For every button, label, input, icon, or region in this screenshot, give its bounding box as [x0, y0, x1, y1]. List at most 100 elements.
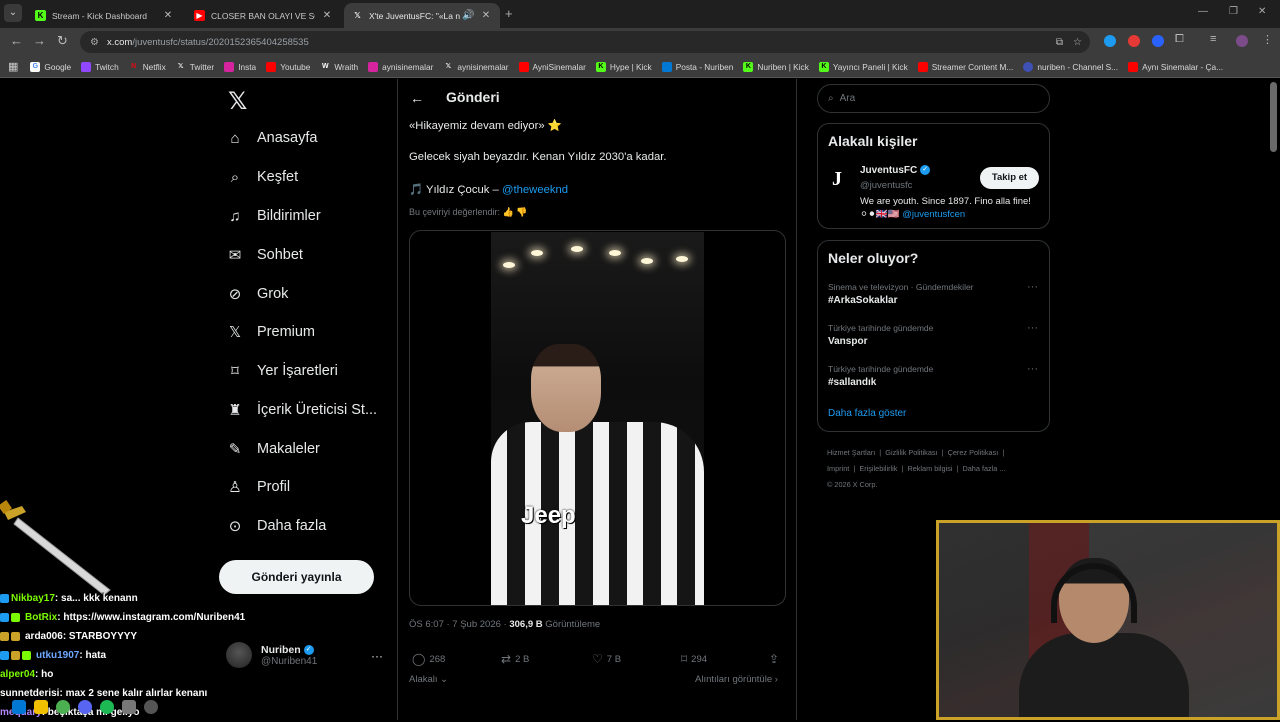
tab-kick-dashboard[interactable]: K Stream - Kick Dashboard ✕: [27, 3, 182, 28]
bookmark[interactable]: G Google: [30, 61, 71, 72]
bookmark-button[interactable]: ⌑ 294: [681, 652, 707, 666]
page-title: Gönderi: [446, 89, 500, 105]
mention-link[interactable]: @theweeknd: [502, 184, 568, 196]
tab-search-button[interactable]: ⌄: [4, 4, 22, 22]
app-icon[interactable]: [122, 699, 136, 714]
search-input[interactable]: ⌕ Ara: [817, 84, 1050, 113]
media-control-icon[interactable]: ≡: [1210, 33, 1216, 45]
trend-item[interactable]: Türkiye tarihinde gündemde Vanspor: [828, 323, 933, 347]
new-tab-button[interactable]: +: [505, 6, 513, 21]
trend-item[interactable]: Türkiye tarihinde gündemde #sallandık: [828, 364, 933, 388]
bookmark[interactable]: K Hype | Kick: [595, 61, 652, 72]
tab-x-post[interactable]: 𝕏 X'te JuventusFC: "«La nostr 🔊 ✕: [344, 3, 500, 28]
star-icon[interactable]: ☆: [1073, 37, 1082, 48]
install-app-icon[interactable]: ⧉: [1056, 37, 1063, 48]
bookmark[interactable]: Posta - Nuriben: [661, 61, 733, 72]
address-bar[interactable]: ⚙ x.com/juventusfc/status/20201523654042…: [80, 31, 1090, 53]
site-info-icon[interactable]: ⚙: [90, 37, 99, 48]
thumbs-down-icon[interactable]: 👎: [516, 207, 527, 217]
more-icon[interactable]: ···: [1027, 363, 1038, 375]
sidebar-item-premium[interactable]: 𝕏 Premium: [226, 323, 315, 341]
post-text-line: 🎵 Yıldız Çocuk – @theweeknd: [409, 184, 569, 196]
view-quotes-link[interactable]: Alıntıları görüntüle ›: [695, 674, 778, 685]
search-icon: ⌕: [828, 93, 834, 104]
person-icon: ♙: [228, 479, 242, 496]
bookmark[interactable]: 𝕏aynisinemalar: [443, 62, 509, 72]
sidebar-item-grok[interactable]: ⊘ Grok: [226, 285, 289, 303]
sidebar-item-creator-studio[interactable]: ♜ İçerik Üreticisi St...: [226, 401, 377, 419]
chrome-icon[interactable]: [56, 699, 70, 714]
share-button[interactable]: ⇪: [769, 652, 783, 666]
related-dropdown[interactable]: Alakalı ⌄: [409, 674, 448, 685]
article-icon: ✎: [228, 441, 242, 458]
more-icon[interactable]: ···: [1027, 281, 1038, 293]
show-more-link[interactable]: Daha fazla göster: [828, 408, 906, 419]
thumbs-up-icon[interactable]: 👍: [503, 207, 514, 217]
sidebar-item-notifications[interactable]: ♫ Bildirimler: [226, 207, 320, 225]
bookmark[interactable]: Insta: [224, 61, 256, 72]
bookmarks-bar: ▦ G Google Twitch N Netflix 𝕏 Twitter Insta…: [0, 56, 1280, 78]
apps-grid-icon[interactable]: ▦: [8, 60, 18, 73]
x-logo-icon[interactable]: 𝕏: [228, 87, 247, 116]
juventus-logo-icon[interactable]: J: [832, 168, 842, 191]
repost-button[interactable]: ⇄ 2 B: [501, 652, 529, 666]
shirt-sponsor-logo: Jeep: [521, 502, 576, 529]
bookmark[interactable]: W Wraith: [320, 62, 358, 72]
sidebar-item-more[interactable]: ⊙ Daha fazla: [226, 517, 327, 535]
bookmark[interactable]: K Nuriben | Kick: [743, 61, 809, 72]
bookmark[interactable]: Aynı Sinemalar - Ça...: [1128, 61, 1223, 72]
sidebar-item-chat[interactable]: ✉ Sohbet: [226, 246, 303, 264]
folder-icon[interactable]: [34, 699, 48, 714]
spotify-icon[interactable]: [100, 699, 114, 714]
trend-item[interactable]: Sinema ve televizyon · Gündemdekiler #Ark…: [828, 282, 974, 306]
close-icon[interactable]: ✕: [162, 10, 174, 21]
follow-button[interactable]: Takip et: [980, 167, 1039, 189]
bookmark[interactable]: aynisinemalar: [368, 61, 433, 72]
chat-message: arda006 : STARBOYYYY: [0, 627, 300, 646]
windows-start-icon[interactable]: [12, 699, 26, 714]
sidebar-item-explore[interactable]: ⌕ Keşfet: [226, 168, 298, 186]
more-icon[interactable]: ···: [1027, 322, 1038, 334]
kick-icon: K: [743, 61, 754, 72]
x-icon: 𝕏: [354, 11, 361, 20]
back-button[interactable]: ←: [10, 33, 23, 48]
bookmark[interactable]: 𝕏 Twitter: [176, 62, 214, 72]
browser-toolbar: ← → ↻ ⚙ x.com/juventusfc/status/20201523…: [0, 28, 1280, 56]
menu-icon[interactable]: ⋮: [1262, 33, 1273, 46]
sidebar-item-articles[interactable]: ✎ Makaleler: [226, 440, 320, 458]
reload-button[interactable]: ↻: [57, 33, 68, 49]
more-icon[interactable]: ···: [371, 649, 383, 663]
close-icon[interactable]: ✕: [480, 10, 492, 21]
bookmark[interactable]: Twitch: [81, 61, 119, 72]
chevron-down-icon: ⌄: [440, 674, 449, 685]
discord-icon[interactable]: [78, 699, 92, 714]
bookmark[interactable]: AyniSinemalar: [518, 61, 586, 72]
tab-youtube[interactable]: ▶ CLOSER BAN OLAYI VE SONRA ✕: [186, 3, 341, 28]
scrollbar[interactable]: [1270, 82, 1277, 152]
maximize-button[interactable]: ❐: [1229, 6, 1238, 17]
bookmark[interactable]: Streamer Content M...: [917, 61, 1013, 72]
sidebar-item-home[interactable]: ⌂ Anasayfa: [226, 129, 317, 147]
netflix-icon: N: [131, 62, 137, 70]
sidebar-item-bookmarks[interactable]: ⌑ Yer İşaretleri: [226, 362, 338, 380]
post-video[interactable]: Jeep: [409, 230, 786, 606]
extensions-puzzle-icon[interactable]: ⧠: [1175, 33, 1184, 46]
reply-button[interactable]: ◯ 268: [412, 652, 445, 666]
back-arrow-icon[interactable]: ←: [410, 90, 424, 106]
extension-icon[interactable]: [1104, 35, 1116, 47]
window-close-button[interactable]: ✕: [1258, 6, 1266, 17]
speaker-icon[interactable]: 🔊: [462, 10, 474, 21]
minimize-button[interactable]: —: [1198, 6, 1208, 17]
close-icon[interactable]: ✕: [321, 10, 333, 21]
shield-extension-icon[interactable]: [1152, 35, 1164, 47]
bookmark[interactable]: K Yayıncı Paneli | Kick: [818, 61, 908, 72]
bookmark[interactable]: nuriben - Channel S...: [1023, 61, 1118, 72]
sidebar-item-profile[interactable]: ♙ Profil: [226, 478, 290, 496]
obs-icon[interactable]: [144, 699, 158, 714]
profile-avatar[interactable]: [1236, 35, 1248, 47]
bookmark[interactable]: N Netflix: [129, 62, 166, 72]
like-button[interactable]: ♡ 7 B: [592, 652, 621, 666]
extension-icon[interactable]: [1128, 35, 1140, 47]
bookmark[interactable]: Youtube: [266, 61, 310, 72]
forward-button[interactable]: →: [33, 33, 46, 48]
